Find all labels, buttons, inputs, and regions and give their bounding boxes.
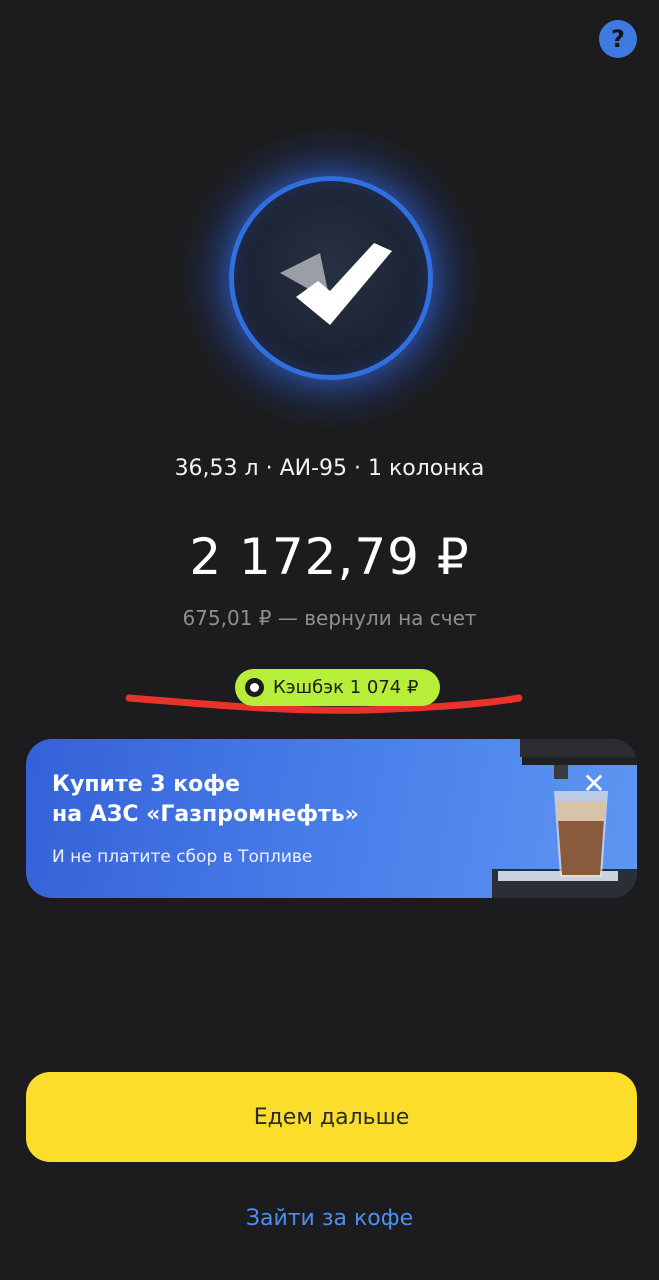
go-for-coffee-link[interactable]: Зайти за кофе: [0, 1206, 659, 1231]
promo-banner[interactable]: Купите 3 кофе на АЗС «Газпромнефть» И не…: [26, 739, 637, 898]
promo-close-button[interactable]: ✕: [578, 768, 610, 800]
fuel-info: 36,53 л · АИ-95 · 1 колонка: [174, 456, 485, 481]
coffee-machine-image: [492, 739, 637, 898]
promo-subtitle: И не платите сбор в Топливе: [52, 847, 313, 867]
cashback-label: Кэшбэк 1 074 ₽: [273, 677, 419, 698]
cashback-radio-icon: [245, 678, 264, 697]
checkmark-icon: [280, 243, 392, 325]
promo-title: Купите 3 кофе на АЗС «Газпромнефть»: [52, 772, 359, 827]
continue-button[interactable]: Едем дальше: [26, 1072, 637, 1162]
refund-note: 675,01 ₽ — вернули на счет: [182, 606, 477, 630]
help-button[interactable]: ?: [599, 20, 637, 58]
cashback-badge[interactable]: Кэшбэк 1 074 ₽: [235, 669, 440, 706]
success-check-icon: [229, 176, 433, 380]
payment-amount: 2 172,79 ₽: [189, 528, 470, 586]
